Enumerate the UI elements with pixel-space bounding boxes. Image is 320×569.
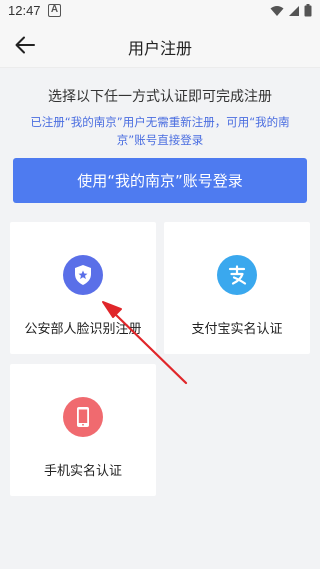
face-recognition-option[interactable]: 公安部人脸识别注册 xyxy=(10,222,156,354)
face-recognition-label: 公安部人脸识别注册 xyxy=(24,322,142,337)
page-title: 用户注册 xyxy=(127,39,192,58)
phone-icon xyxy=(63,397,103,437)
shield-star-icon xyxy=(63,255,103,295)
signal-icon xyxy=(289,5,299,16)
registration-screen: 12:47 A 用户注册 选择以下任一方式认证即可完成注册 已注册“我的南京”用… xyxy=(0,0,320,569)
phone-verification-label: 手机实名认证 xyxy=(43,464,122,479)
battery-icon xyxy=(304,4,312,17)
my-nanjing-login-button[interactable]: 使用“我的南京”账号登录 xyxy=(13,158,307,203)
alipay-icon xyxy=(217,255,257,295)
alipay-verification-label: 支付宝实名认证 xyxy=(191,322,283,337)
status-bar: 12:47 A xyxy=(0,0,320,22)
app-header: 用户注册 xyxy=(0,22,320,68)
notification-alert-icon: A xyxy=(48,4,61,17)
alipay-verification-option[interactable]: 支付宝实名认证 xyxy=(164,222,310,354)
instructions-panel: 选择以下任一方式认证即可完成注册 已注册“我的南京”用户无需重新注册，可用“我的… xyxy=(0,68,320,156)
registered-user-note: 已注册“我的南京”用户无需重新注册，可用“我的南京”账号直接登录 xyxy=(30,115,290,147)
wifi-icon xyxy=(270,5,284,16)
instructions-text: 选择以下任一方式认证即可完成注册 xyxy=(48,89,272,105)
phone-verification-option[interactable]: 手机实名认证 xyxy=(10,364,156,496)
status-icons xyxy=(270,4,312,17)
status-time: 12:47 xyxy=(8,3,41,18)
